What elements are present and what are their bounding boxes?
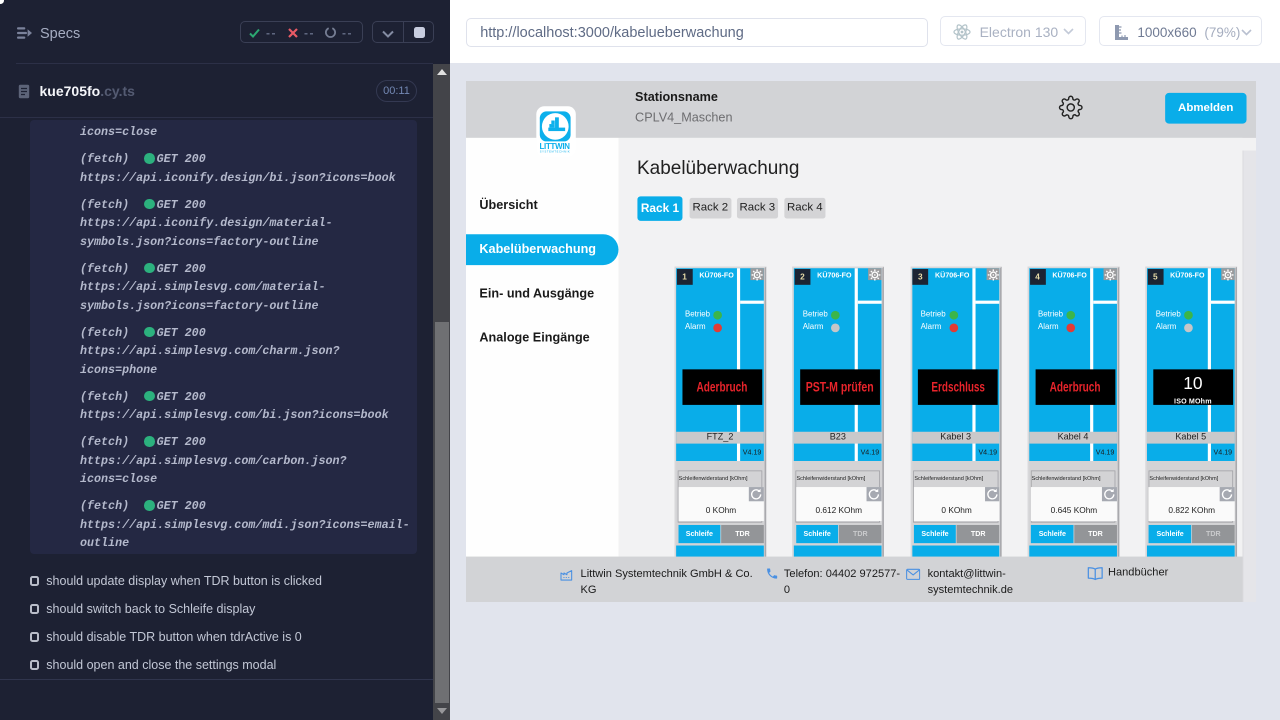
svg-text:LITTWIN: LITTWIN [539, 141, 570, 150]
